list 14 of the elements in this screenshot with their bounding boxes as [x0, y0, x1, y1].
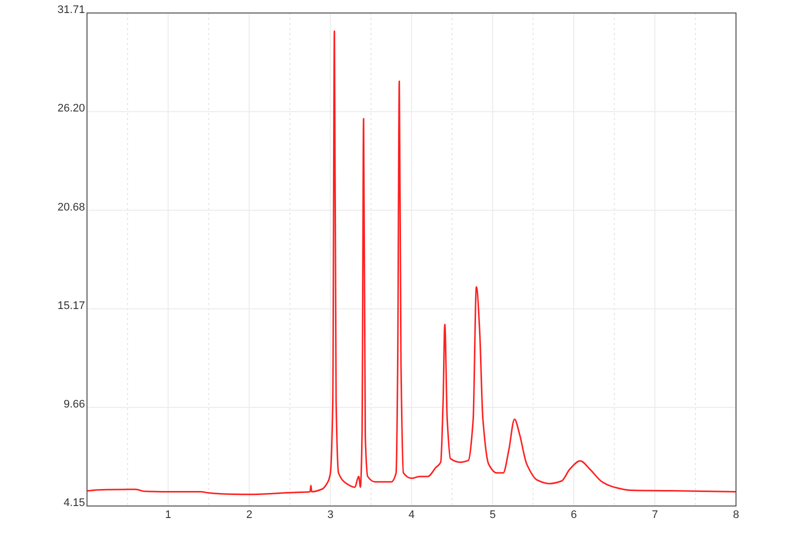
x-tick-label: 2	[246, 509, 252, 521]
y-tick-label: 20.68	[57, 201, 85, 214]
x-tick-label: 5	[490, 509, 496, 521]
x-tick-label: 1	[165, 509, 172, 521]
y-tick-label: 9.66	[64, 398, 85, 410]
x-tick-label: 7	[652, 509, 658, 521]
x-tick-label: 3	[327, 509, 334, 521]
y-tick-label: 4.15	[64, 497, 85, 509]
y-tick-label: 26.20	[57, 102, 85, 115]
x-tick-label: 6	[570, 509, 577, 521]
y-tick-label: 31.71	[57, 4, 85, 16]
y-tick-label: 15.17	[57, 300, 85, 312]
x-tick-label: 8	[732, 509, 740, 521]
x-tick-label: 4	[408, 509, 415, 521]
